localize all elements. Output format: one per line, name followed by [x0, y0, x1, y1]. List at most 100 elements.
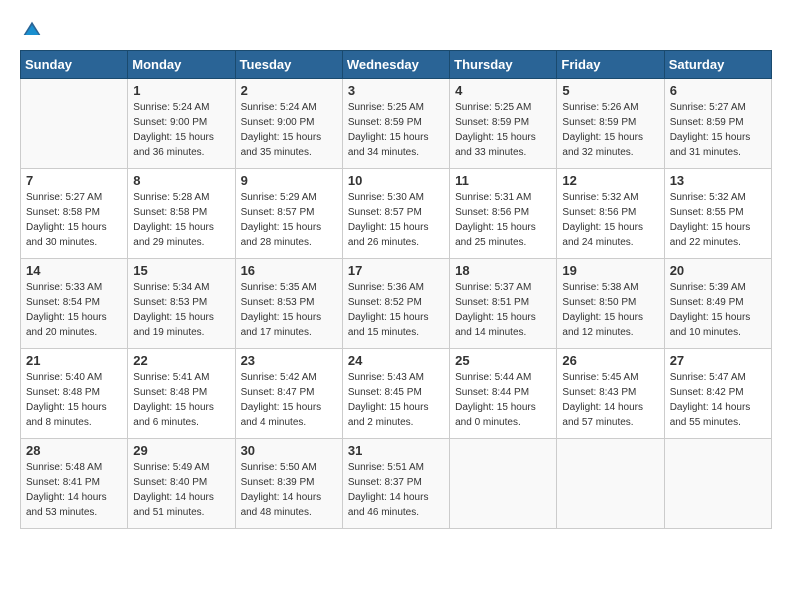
day-cell: 24Sunrise: 5:43 AM Sunset: 8:45 PM Dayli… — [342, 349, 449, 439]
day-info: Sunrise: 5:40 AM Sunset: 8:48 PM Dayligh… — [26, 370, 122, 430]
day-cell: 21 Sunrise: 5:40 AM Sunset: 8:48 PM Dayli… — [21, 349, 128, 439]
day-info: Sunrise: 5:35 AM Sunset: 8:53 PM Dayligh… — [241, 280, 337, 340]
logo — [20, 20, 42, 40]
day-number: 18 — [455, 263, 551, 278]
day-cell: 14 Sunrise: 5:33 AM Sunset: 8:54 PM Dayli… — [21, 259, 128, 349]
day-info: Sunrise: 5:26 AM Sunset: 8:59 PM Dayligh… — [562, 100, 658, 160]
day-cell: 18 Sunrise: 5:37 AM Sunset: 8:51 PM Dayli… — [450, 259, 557, 349]
day-cell: 26 Sunrise: 5:45 AM Sunset: 8:43 PM Dayli… — [557, 349, 664, 439]
day-number: 21 — [26, 353, 122, 368]
day-number: 2 — [241, 83, 337, 98]
day-number: 25 — [455, 353, 551, 368]
day-info: Sunrise: 5:34 AM Sunset: 8:53 PM Dayligh… — [133, 280, 229, 340]
day-number: 5 — [562, 83, 658, 98]
day-number: 13 — [670, 173, 766, 188]
day-cell: 8 Sunrise: 5:28 AM Sunset: 8:58 PM Daylig… — [128, 169, 235, 259]
day-cell: 2 Sunrise: 5:24 AM Sunset: 9:00 PM Daylig… — [235, 79, 342, 169]
day-info: Sunrise: 5:30 AM Sunset: 8:57 PM Dayligh… — [348, 190, 444, 250]
day-cell: 9 Sunrise: 5:29 AM Sunset: 8:57 PM Daylig… — [235, 169, 342, 259]
week-row-3: 14 Sunrise: 5:33 AM Sunset: 8:54 PM Dayli… — [21, 259, 772, 349]
day-cell: 31Sunrise: 5:51 AM Sunset: 8:37 PM Dayli… — [342, 439, 449, 529]
week-row-2: 7 Sunrise: 5:27 AM Sunset: 8:58 PM Daylig… — [21, 169, 772, 259]
day-info: Sunrise: 5:48 AM Sunset: 8:41 PM Dayligh… — [26, 460, 122, 520]
day-info: Sunrise: 5:39 AM Sunset: 8:49 PM Dayligh… — [670, 280, 766, 340]
day-cell: 6 Sunrise: 5:27 AM Sunset: 8:59 PM Daylig… — [664, 79, 771, 169]
day-number: 11 — [455, 173, 551, 188]
day-cell: 15 Sunrise: 5:34 AM Sunset: 8:53 PM Dayli… — [128, 259, 235, 349]
day-number: 6 — [670, 83, 766, 98]
day-cell — [450, 439, 557, 529]
logo-icon — [22, 20, 42, 40]
header-cell-friday: Friday — [557, 51, 664, 79]
day-number: 14 — [26, 263, 122, 278]
day-cell: 20 Sunrise: 5:39 AM Sunset: 8:49 PM Dayli… — [664, 259, 771, 349]
day-cell: 23 Sunrise: 5:42 AM Sunset: 8:47 PM Dayli… — [235, 349, 342, 439]
day-number: 7 — [26, 173, 122, 188]
day-info: Sunrise: 5:25 AM Sunset: 8:59 PM Dayligh… — [455, 100, 551, 160]
header-row: SundayMondayTuesdayWednesdayThursdayFrid… — [21, 51, 772, 79]
day-info: Sunrise: 5:47 AM Sunset: 8:42 PM Dayligh… — [670, 370, 766, 430]
day-number: 17 — [348, 263, 444, 278]
header-cell-tuesday: Tuesday — [235, 51, 342, 79]
day-info: Sunrise: 5:27 AM Sunset: 8:59 PM Dayligh… — [670, 100, 766, 160]
day-cell: 5 Sunrise: 5:26 AM Sunset: 8:59 PM Daylig… — [557, 79, 664, 169]
day-info: Sunrise: 5:25 AM Sunset: 8:59 PM Dayligh… — [348, 100, 444, 160]
day-number: 30 — [241, 443, 337, 458]
day-cell: 13 Sunrise: 5:32 AM Sunset: 8:55 PM Dayli… — [664, 169, 771, 259]
day-info: Sunrise: 5:42 AM Sunset: 8:47 PM Dayligh… — [241, 370, 337, 430]
day-info: Sunrise: 5:28 AM Sunset: 8:58 PM Dayligh… — [133, 190, 229, 250]
day-number: 26 — [562, 353, 658, 368]
header-cell-wednesday: Wednesday — [342, 51, 449, 79]
day-number: 4 — [455, 83, 551, 98]
calendar-table: SundayMondayTuesdayWednesdayThursdayFrid… — [20, 50, 772, 529]
day-info: Sunrise: 5:44 AM Sunset: 8:44 PM Dayligh… — [455, 370, 551, 430]
day-number: 20 — [670, 263, 766, 278]
day-info: Sunrise: 5:50 AM Sunset: 8:39 PM Dayligh… — [241, 460, 337, 520]
day-cell: 1 Sunrise: 5:24 AM Sunset: 9:00 PM Daylig… — [128, 79, 235, 169]
day-info: Sunrise: 5:36 AM Sunset: 8:52 PM Dayligh… — [348, 280, 444, 340]
day-number: 29 — [133, 443, 229, 458]
day-cell: 11 Sunrise: 5:31 AM Sunset: 8:56 PM Dayli… — [450, 169, 557, 259]
day-info: Sunrise: 5:32 AM Sunset: 8:55 PM Dayligh… — [670, 190, 766, 250]
day-cell — [21, 79, 128, 169]
day-number: 12 — [562, 173, 658, 188]
header-cell-saturday: Saturday — [664, 51, 771, 79]
day-number: 9 — [241, 173, 337, 188]
day-number: 15 — [133, 263, 229, 278]
day-cell: 25 Sunrise: 5:44 AM Sunset: 8:44 PM Dayli… — [450, 349, 557, 439]
day-cell: 29 Sunrise: 5:49 AM Sunset: 8:40 PM Dayli… — [128, 439, 235, 529]
day-number: 22 — [133, 353, 229, 368]
week-row-1: 1 Sunrise: 5:24 AM Sunset: 9:00 PM Daylig… — [21, 79, 772, 169]
day-cell: 3 Sunrise: 5:25 AM Sunset: 8:59 PM Daylig… — [342, 79, 449, 169]
day-number: 3 — [348, 83, 444, 98]
day-info: Sunrise: 5:51 AM Sunset: 8:37 PM Dayligh… — [348, 460, 444, 520]
day-cell: 12 Sunrise: 5:32 AM Sunset: 8:56 PM Dayli… — [557, 169, 664, 259]
day-number: 8 — [133, 173, 229, 188]
day-info: Sunrise: 5:24 AM Sunset: 9:00 PM Dayligh… — [241, 100, 337, 160]
day-info: Sunrise: 5:31 AM Sunset: 8:56 PM Dayligh… — [455, 190, 551, 250]
day-info: Sunrise: 5:24 AM Sunset: 9:00 PM Dayligh… — [133, 100, 229, 160]
day-info: Sunrise: 5:49 AM Sunset: 8:40 PM Dayligh… — [133, 460, 229, 520]
day-number: 28 — [26, 443, 122, 458]
day-info: Sunrise: 5:38 AM Sunset: 8:50 PM Dayligh… — [562, 280, 658, 340]
week-row-5: 28 Sunrise: 5:48 AM Sunset: 8:41 PM Dayli… — [21, 439, 772, 529]
week-row-4: 21 Sunrise: 5:40 AM Sunset: 8:48 PM Dayli… — [21, 349, 772, 439]
day-info: Sunrise: 5:29 AM Sunset: 8:57 PM Dayligh… — [241, 190, 337, 250]
day-cell: 17 Sunrise: 5:36 AM Sunset: 8:52 PM Dayli… — [342, 259, 449, 349]
day-cell: 10Sunrise: 5:30 AM Sunset: 8:57 PM Dayli… — [342, 169, 449, 259]
day-info: Sunrise: 5:41 AM Sunset: 8:48 PM Dayligh… — [133, 370, 229, 430]
day-number: 1 — [133, 83, 229, 98]
day-info: Sunrise: 5:27 AM Sunset: 8:58 PM Dayligh… — [26, 190, 122, 250]
day-info: Sunrise: 5:43 AM Sunset: 8:45 PM Dayligh… — [348, 370, 444, 430]
header-cell-thursday: Thursday — [450, 51, 557, 79]
day-cell: 7 Sunrise: 5:27 AM Sunset: 8:58 PM Daylig… — [21, 169, 128, 259]
day-number: 23 — [241, 353, 337, 368]
day-info: Sunrise: 5:37 AM Sunset: 8:51 PM Dayligh… — [455, 280, 551, 340]
day-cell: 22 Sunrise: 5:41 AM Sunset: 8:48 PM Dayli… — [128, 349, 235, 439]
day-info: Sunrise: 5:32 AM Sunset: 8:56 PM Dayligh… — [562, 190, 658, 250]
day-cell: 16Sunrise: 5:35 AM Sunset: 8:53 PM Dayli… — [235, 259, 342, 349]
header-cell-monday: Monday — [128, 51, 235, 79]
day-info: Sunrise: 5:45 AM Sunset: 8:43 PM Dayligh… — [562, 370, 658, 430]
day-info: Sunrise: 5:33 AM Sunset: 8:54 PM Dayligh… — [26, 280, 122, 340]
header-cell-sunday: Sunday — [21, 51, 128, 79]
